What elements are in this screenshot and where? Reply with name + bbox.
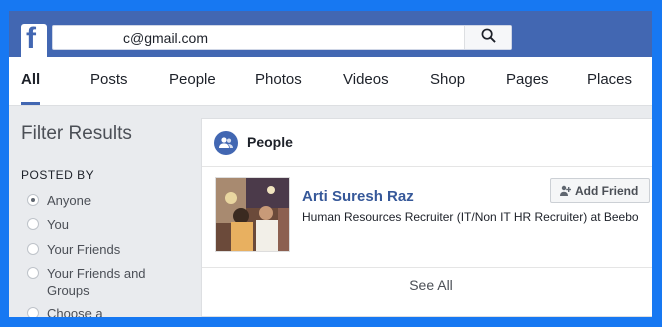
person-name-link[interactable]: Arti Suresh Raz (302, 188, 414, 205)
radio-button[interactable] (27, 218, 39, 230)
tab-videos[interactable]: Videos (343, 57, 389, 105)
filter-option-label: Your Friends (47, 242, 121, 257)
card-title: People (247, 134, 293, 150)
radio-button[interactable] (27, 243, 39, 255)
filter-option-label: Anyone (47, 193, 92, 208)
logo-letter: f (26, 22, 36, 55)
filter-option-label: Your Friends and Groups (47, 266, 146, 298)
screenshot-frame: f All Posts People Photos Videos Shop Pa… (9, 11, 652, 317)
filter-option-label: You (47, 217, 69, 232)
add-friend-icon (559, 185, 571, 197)
add-friend-label: Add Friend (575, 183, 639, 198)
search-icon (481, 28, 496, 48)
filter-results-heading: Filter Results (21, 123, 132, 144)
filter-option-you[interactable]: You (27, 216, 157, 233)
tab-people[interactable]: People (169, 57, 216, 105)
tab-shop[interactable]: Shop (430, 57, 465, 105)
filter-option-choose-source[interactable]: Choose a Source... (27, 305, 157, 317)
filter-option-anyone[interactable]: Anyone (27, 192, 157, 209)
radio-button[interactable] (27, 194, 39, 206)
radio-button[interactable] (27, 307, 39, 317)
people-results-card: People Arti Suresh Raz Human Resources R… (201, 118, 652, 317)
filter-option-label: Choose a Source... (47, 306, 103, 317)
search-input[interactable] (73, 28, 523, 47)
search-box (52, 25, 523, 50)
top-navigation-bar: f (9, 11, 652, 57)
tab-posts[interactable]: Posts (90, 57, 128, 105)
search-button[interactable] (464, 26, 511, 49)
people-icon (214, 131, 238, 155)
facebook-logo[interactable]: f (21, 22, 47, 57)
person-job-title: Human Resources Recruiter (IT/Non IT HR … (302, 210, 639, 224)
tab-places[interactable]: Places (587, 57, 632, 105)
filter-sidebar: Filter Results POSTED BY Anyone You Your… (9, 105, 194, 317)
filter-option-friends-and-groups[interactable]: Your Friends and Groups (27, 265, 157, 299)
tab-pages[interactable]: Pages (506, 57, 549, 105)
add-friend-button[interactable]: Add Friend (550, 178, 650, 203)
person-result-row: Arti Suresh Raz Human Resources Recruite… (202, 166, 652, 268)
tab-all[interactable]: All (21, 57, 41, 105)
card-header: People (202, 119, 652, 167)
filter-option-your-friends[interactable]: Your Friends (27, 241, 157, 258)
tab-photos[interactable]: Photos (255, 57, 302, 105)
see-all-link[interactable]: See All (202, 277, 652, 293)
radio-button[interactable] (27, 267, 39, 279)
posted-by-label: POSTED BY (21, 168, 95, 182)
profile-photo[interactable] (215, 177, 290, 252)
search-tabs: All Posts People Photos Videos Shop Page… (9, 57, 652, 106)
